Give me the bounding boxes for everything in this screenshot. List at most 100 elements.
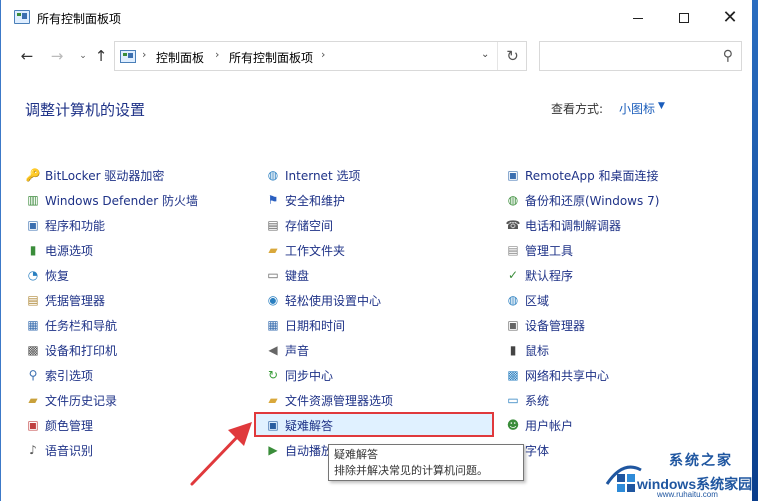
close-icon: ✕ [722,7,738,28]
control-panel-item[interactable]: ✓ 默认程序 [505,264,573,286]
control-panel-item-label: RemoteApp 和桌面连接 [525,168,659,183]
storage-icon: ▤ [267,218,279,232]
chevron-down-icon[interactable]: ▼ [658,101,665,111]
control-panel-item[interactable]: ▣ 疑难解答 [265,414,333,436]
forward-button[interactable]: → [47,46,67,66]
control-panel-item-label: 系统 [525,393,550,408]
file-history-icon: ▰ [28,393,38,407]
control-panel-item-label: 区域 [525,293,550,308]
control-panel-item[interactable]: ▤ 管理工具 [505,239,573,261]
window-title: 所有控制面板项 [37,12,122,26]
back-button[interactable]: ← [17,46,37,66]
control-panel-item[interactable]: ◀ 声音 [265,339,309,361]
control-panel-item[interactable]: ▣ 设备管理器 [505,314,585,336]
power-icon: ▮ [29,243,37,257]
control-panel-item-label: 键盘 [285,268,310,283]
control-panel-item[interactable]: ▦ 日期和时间 [265,314,345,336]
recent-locations-button[interactable]: ⌄ [73,46,93,66]
control-panel-item-label: 自动播放 [285,443,334,458]
refresh-button[interactable]: ↻ [497,42,527,70]
system-icon: ▭ [507,393,519,407]
maximize-button[interactable] [661,0,707,36]
user-accounts-icon: ☻ [506,418,520,432]
control-panel-icon [120,50,136,63]
control-panel-item[interactable]: ▦ 任务栏和导航 [25,314,117,336]
control-panel-item[interactable]: ▰ 文件历史记录 [25,389,117,411]
control-panel-item-label: 网络和共享中心 [525,368,610,383]
control-panel-item[interactable]: ▩ 设备和打印机 [25,339,117,361]
control-panel-item[interactable]: ▤ 存储空间 [265,214,333,236]
color-icon: ▣ [27,418,39,432]
breadcrumb-separator[interactable]: › [142,48,146,61]
control-panel-item-label: 电源选项 [45,243,94,258]
control-panel-item-label: Internet 选项 [285,168,361,183]
ease-of-access-icon: ◉ [267,293,279,307]
keyboard-icon: ▭ [267,268,279,282]
programs-icon: ▣ [27,218,39,232]
control-panel-item[interactable]: ▭ 键盘 [265,264,309,286]
page-title: 调整计算机的设置 [25,101,146,119]
control-panel-item[interactable]: ◍ 备份和还原(Windows 7) [505,189,660,211]
breadcrumb-all-items[interactable]: 所有控制面板项 [229,49,313,66]
up-button[interactable]: ↑ [91,46,111,66]
control-panel-item[interactable]: ▰ 工作文件夹 [265,239,345,261]
control-panel-item-label: 设备管理器 [525,318,586,333]
search-input[interactable]: ⚲ [539,41,742,71]
pointer-arrow [190,422,252,486]
control-panel-item[interactable]: ▮ 鼠标 [505,339,549,361]
close-button[interactable]: ✕ [707,0,753,36]
breadcrumb-control-panel[interactable]: 控制面板 [156,49,204,66]
control-panel-item[interactable]: ▣ RemoteApp 和桌面连接 [505,164,659,186]
control-panel-item[interactable]: ↻ 同步中心 [265,364,333,386]
control-panel-item[interactable]: ♪ 语音识别 [25,439,93,461]
control-panel-item[interactable]: ▥ Windows Defender 防火墙 [25,189,198,211]
control-panel-item[interactable]: ▩ 网络和共享中心 [505,364,609,386]
control-panel-item[interactable]: ◍ Internet 选项 [265,164,361,186]
backup-icon: ◍ [507,193,519,207]
sync-icon: ↻ [267,368,279,382]
taskbar-icon: ▦ [27,318,39,332]
control-panel-item-label: 语音识别 [45,443,94,458]
control-panel-item[interactable]: ▶ 自动播放 [265,439,333,461]
bitlocker-icon: 🔑 [25,168,41,182]
control-panel-item-label: 声音 [285,343,310,358]
control-panel-item-label: 日期和时间 [285,318,346,333]
control-panel-icon [14,10,30,24]
control-panel-item[interactable]: ⚑ 安全和维护 [265,189,345,211]
control-panel-item[interactable]: ▤ 凭据管理器 [25,289,105,311]
title-bar: 所有控制面板项 ✕ [1,0,753,36]
tooltip-description: 排除并解决常见的计算机问题。 [334,464,488,477]
refresh-icon: ↻ [506,47,519,65]
work-folder-icon: ▰ [268,243,278,257]
control-panel-item[interactable]: ◔ 恢复 [25,264,69,286]
control-panel-item[interactable]: 🔑 BitLocker 驱动器加密 [25,164,165,186]
control-panel-item[interactable]: ▰ 文件资源管理器选项 [265,389,393,411]
control-panel-item[interactable]: ☎ 电话和调制解调器 [505,214,622,236]
control-panel-item[interactable]: ◉ 轻松使用设置中心 [265,289,381,311]
maximize-icon [679,13,689,23]
control-panel-item[interactable]: ▭ 系统 [505,389,549,411]
control-panel-item-label: 任务栏和导航 [45,318,118,333]
control-panel-item[interactable]: ◍ 区域 [505,289,549,311]
minimize-button[interactable] [615,0,661,36]
internet-icon: ◍ [267,168,279,182]
control-panel-item-label: 设备和打印机 [45,343,118,358]
control-panel-item-label: 备份和还原(Windows 7) [525,193,660,208]
address-bar[interactable]: › 控制面板 › 所有控制面板项 › ⌄ ↻ [114,41,527,71]
control-panel-item-label: 鼠标 [525,343,550,358]
control-panel-item[interactable]: ☻ 用户帐户 [505,414,573,436]
address-dropdown-icon[interactable]: ⌄ [481,49,489,60]
watermark-url: www.ruhaitu.com [657,490,718,499]
control-panel-item[interactable]: ▣ 颜色管理 [25,414,93,436]
autoplay-icon: ▶ [268,443,278,457]
control-panel-item[interactable]: ▮ 电源选项 [25,239,93,261]
breadcrumb-separator[interactable]: › [321,48,325,61]
device-manager-icon: ▣ [507,318,519,332]
navigation-bar: ← → ⌄ ↑ › 控制面板 › 所有控制面板项 › ⌄ ↻ ⚲ [1,36,753,76]
breadcrumb-separator[interactable]: › [215,48,219,61]
control-panel-item[interactable]: ▣ 程序和功能 [25,214,105,236]
view-by-dropdown[interactable]: 小图标 [619,100,655,117]
minimize-icon [633,17,643,19]
mouse-icon: ▮ [509,343,517,357]
control-panel-item[interactable]: ⚲ 索引选项 [25,364,93,386]
